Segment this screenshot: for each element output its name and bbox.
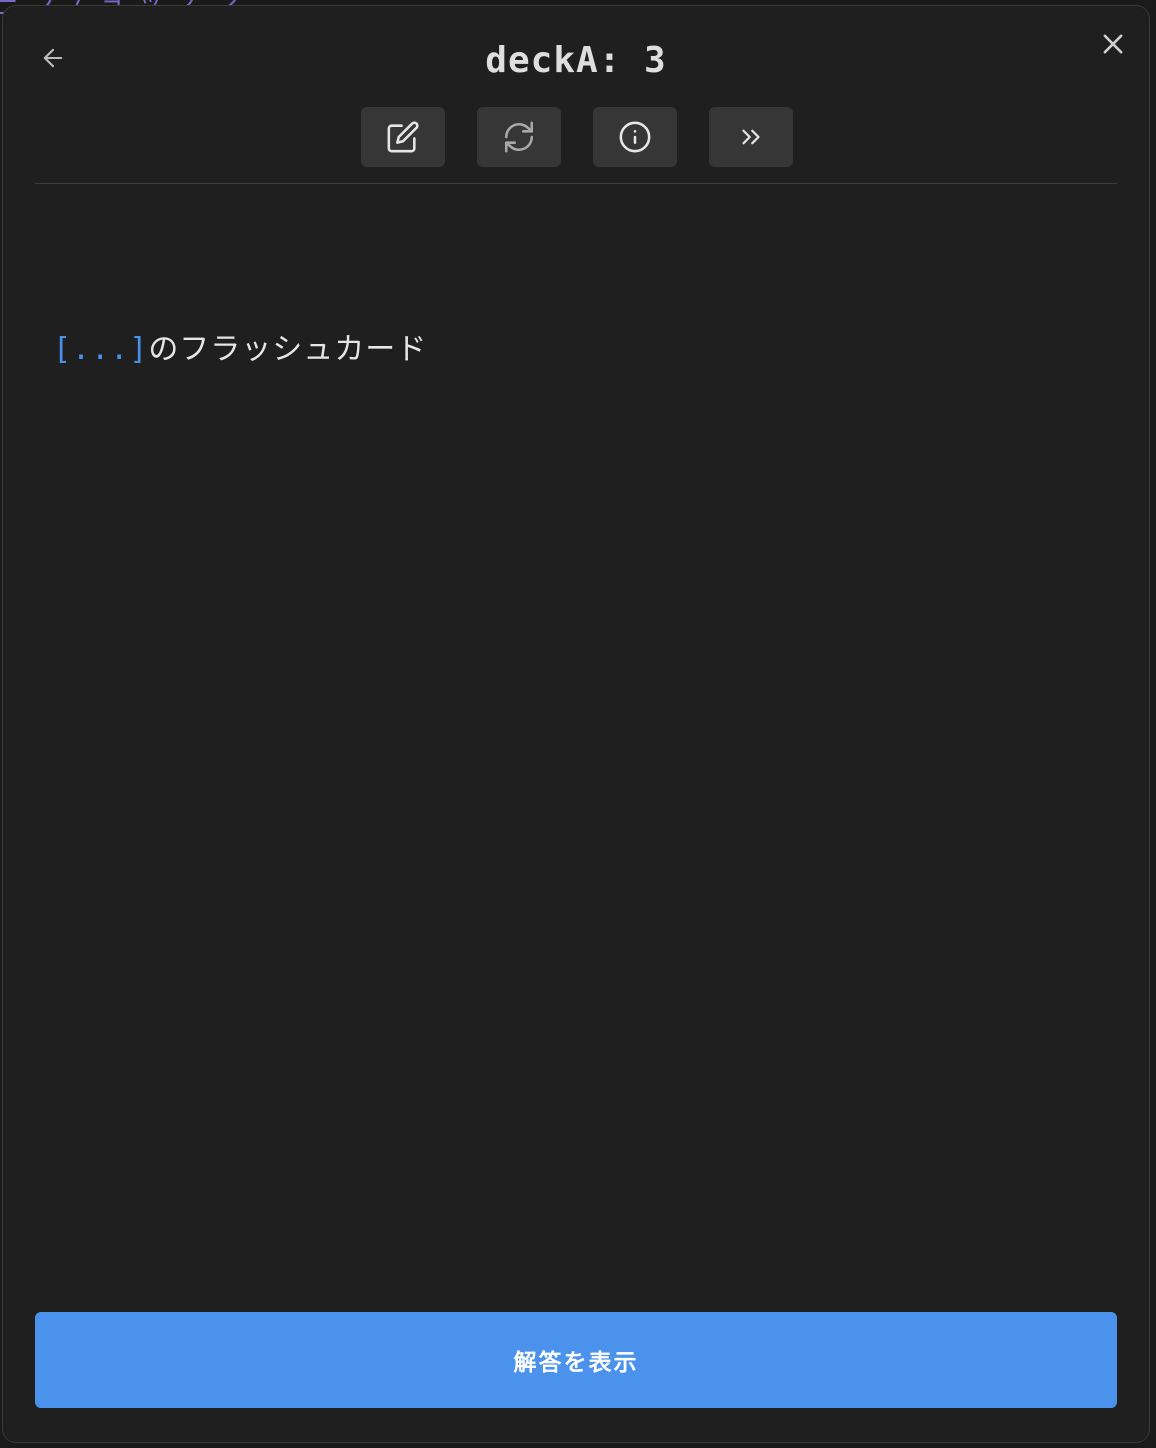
reset-button[interactable] — [477, 107, 561, 167]
flashcard-modal: deckA: 3 [...]のフラッシュカード 解答を表示 — [2, 5, 1150, 1443]
show-answer-button[interactable]: 解答を表示 — [35, 1312, 1117, 1408]
card-toolbar — [3, 107, 1149, 167]
card-question-text: のフラッシュカード — [148, 332, 428, 367]
modal-title: deckA: 3 — [485, 40, 667, 81]
card-question: [...]のフラッシュカード — [53, 324, 427, 368]
cloze-placeholder: [...] — [53, 332, 149, 367]
skip-icon — [736, 122, 766, 152]
info-icon — [618, 120, 652, 154]
skip-button[interactable] — [709, 107, 793, 167]
info-button[interactable] — [593, 107, 677, 167]
refresh-icon — [502, 120, 536, 154]
close-icon — [1099, 30, 1127, 58]
edit-button[interactable] — [361, 107, 445, 167]
edit-icon — [386, 120, 420, 154]
close-button[interactable] — [1095, 26, 1131, 62]
header-divider — [35, 183, 1117, 184]
